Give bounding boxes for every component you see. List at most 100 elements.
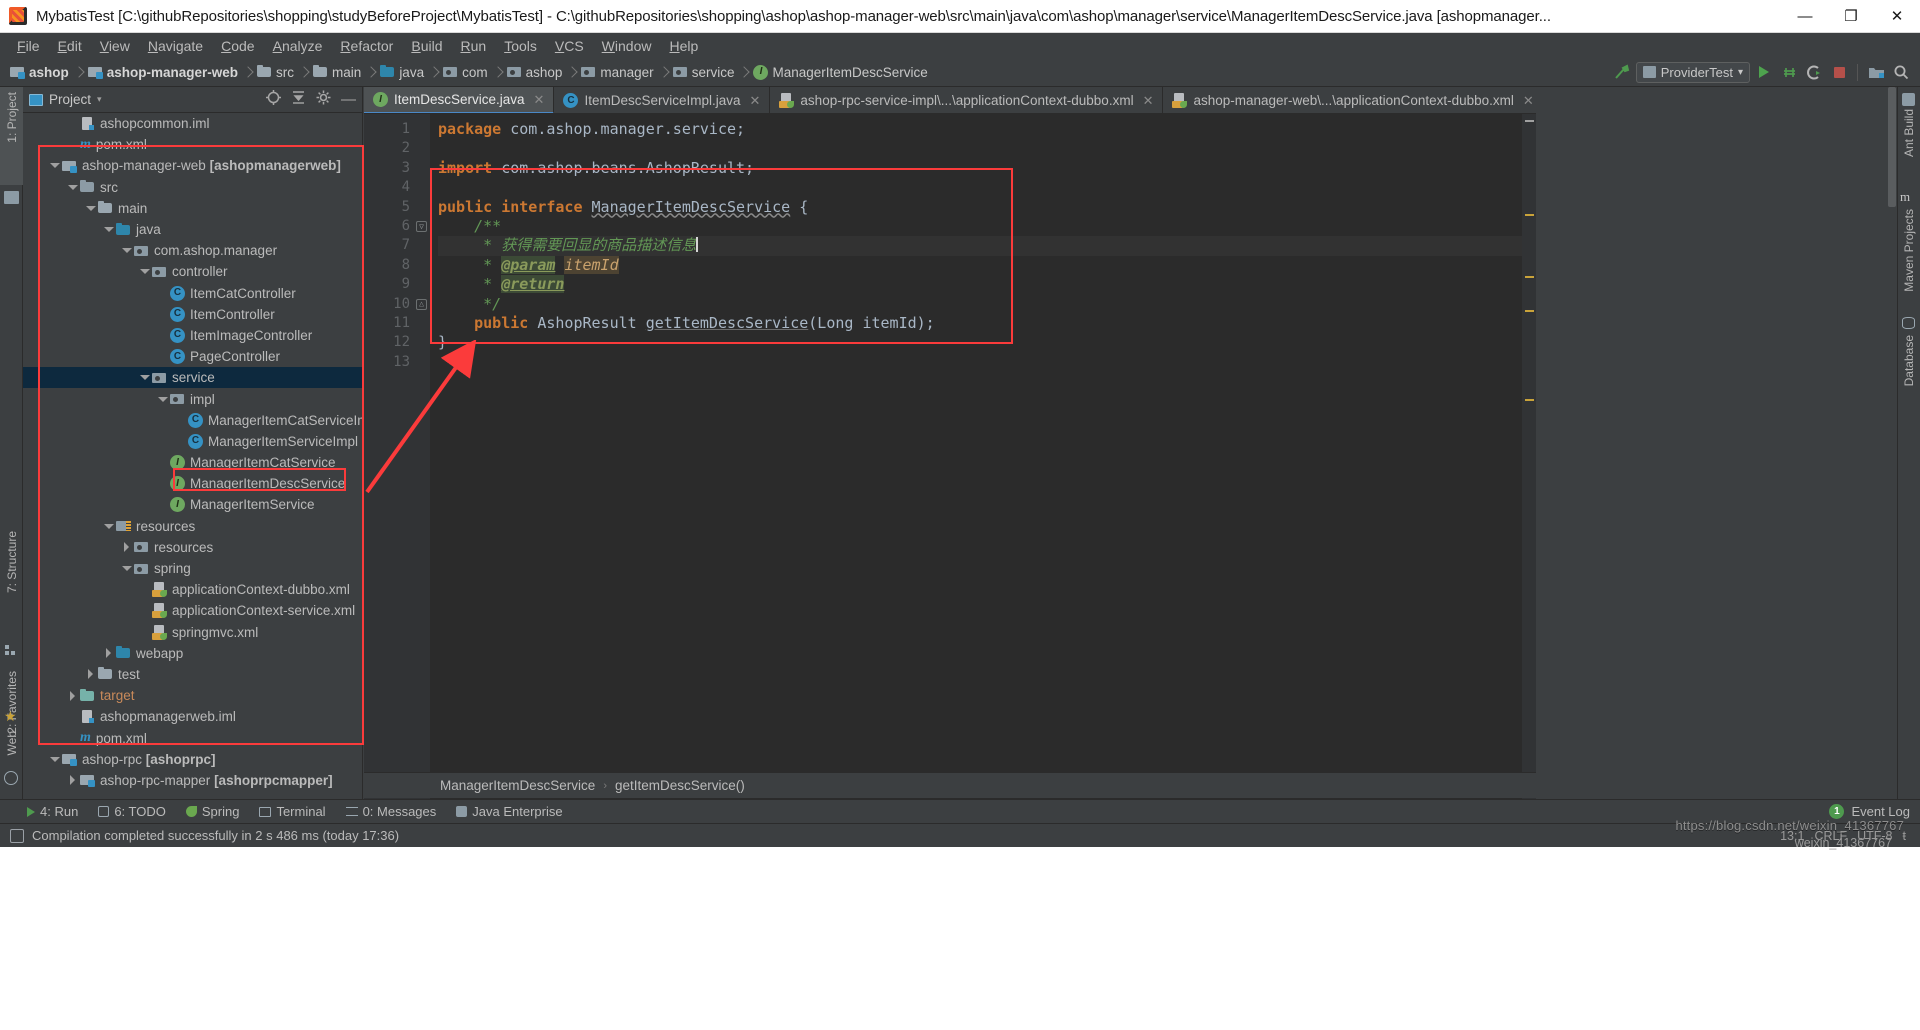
tree-node-ashop-manager-web[interactable]: ashop-manager-web [ashopmanagerweb] [23,155,362,176]
tree-node-webapp[interactable]: webapp [23,643,362,664]
breadcrumb-item-com[interactable]: com [441,65,490,80]
tool-button-run[interactable]: 4: Run [18,801,87,823]
tree-toggle-right-icon[interactable] [66,774,79,787]
maximize-button[interactable]: ❐ [1828,0,1874,33]
tree-node-manageritemservice[interactable]: I ManagerItemService [23,494,362,515]
tree-node-pagecontroller[interactable]: C PageController [23,346,362,367]
run-button[interactable] [1753,61,1775,83]
tree-toggle-down-icon[interactable] [156,393,169,406]
menu-item-view[interactable]: View [91,36,139,56]
code-content[interactable]: package com.ashop.manager.service; impor… [430,114,1536,799]
menu-item-run[interactable]: Run [451,36,495,56]
tree-node-applicationcontext-service.xml[interactable]: applicationContext-service.xml [23,600,362,621]
tree-toggle-down-icon[interactable] [66,181,79,194]
tree-toggle-right-icon[interactable] [102,647,115,660]
editor-scrollbar[interactable] [1888,87,1896,799]
status-toggle-icon[interactable] [10,828,24,843]
tree-node-ashop-rpc-mapper[interactable]: ashop-rpc-mapper [ashoprpcmapper] [23,770,362,791]
rail-item-database[interactable]: Database [1897,315,1920,415]
tree-node-applicationcontext-dubbo.xml[interactable]: applicationContext-dubbo.xml [23,579,362,600]
tree-toggle-right-icon[interactable] [66,689,79,702]
tree-node-src[interactable]: src [23,177,362,198]
editor-tab-ashop-rpc-service-impl-applicationcontext-dubbo-xml[interactable]: ashop-rpc-service-impl\...\applicationCo… [770,87,1164,113]
tree-node-pom.xml[interactable]: m pom.xml [23,134,362,155]
breadcrumb-item-manager[interactable]: manager [579,65,655,80]
open-folder-icon[interactable] [1865,61,1887,83]
breadcrumb-item-manageritemdescservice[interactable]: I ManagerItemDescService [751,64,929,80]
tree-node-service[interactable]: service [23,367,362,389]
tree-toggle-down-icon[interactable] [102,223,115,236]
event-log-label[interactable]: Event Log [1851,804,1910,819]
tree-toggle-down-icon[interactable] [138,265,151,278]
tree-node-springmvc.xml[interactable]: springmvc.xml [23,622,362,643]
close-tab-icon[interactable]: ✕ [1143,93,1154,109]
menu-item-window[interactable]: Window [593,36,661,56]
search-icon[interactable] [1890,61,1912,83]
tree-toggle-right-icon[interactable] [120,541,133,554]
tree-toggle-down-icon[interactable] [48,753,61,766]
close-tab-icon[interactable]: ✕ [534,92,545,108]
minimize-button[interactable]: — [1782,0,1828,33]
debug-icon[interactable] [1778,61,1800,83]
breadcrumb-method[interactable]: getItemDescService() [615,778,745,793]
menu-item-navigate[interactable]: Navigate [139,36,212,56]
breadcrumb-item-main[interactable]: main [311,65,363,80]
run-configuration-selector[interactable]: ProviderTest ▾ [1635,61,1750,83]
tree-toggle-down-icon[interactable] [120,244,133,257]
tool-button-terminal[interactable]: Terminal [250,801,334,823]
menu-item-help[interactable]: Help [660,36,707,56]
tree-node-manageritemcatservice[interactable]: I ManagerItemCatService [23,452,362,473]
close-tab-icon[interactable]: ✕ [750,93,761,109]
tree-toggle-down-icon[interactable] [120,562,133,575]
tree-node-target[interactable]: target [23,685,362,706]
tool-button-spring[interactable]: Spring [177,801,249,823]
menu-item-build[interactable]: Build [402,36,451,56]
tree-node-itemimagecontroller[interactable]: C ItemImageController [23,325,362,346]
tool-button-todo[interactable]: 6: TODO [89,801,175,823]
tree-node-resources[interactable]: resources [23,537,362,558]
menu-item-analyze[interactable]: Analyze [264,36,332,56]
tree-node-spring[interactable]: spring [23,558,362,579]
code-fold-icon[interactable]: △ [416,298,427,310]
editor-tab-ashop-manager-web-applicationcontext-dubbo-xml[interactable]: ashop-manager-web\...\applicationContext… [1163,87,1536,113]
breadcrumb-item-ashop[interactable]: ashop [505,65,565,80]
tree-node-itemcontroller[interactable]: C ItemController [23,304,362,325]
tree-node-resources[interactable]: resources [23,516,362,537]
breadcrumb-item-ashop-manager-web[interactable]: ashop-manager-web [86,65,240,80]
settings-gear-icon[interactable] [316,90,331,110]
rail-item-web[interactable]: Web [0,727,23,777]
tool-button-java-enterprise[interactable]: Java Enterprise [447,801,571,823]
tree-node-main[interactable]: main [23,198,362,219]
breadcrumb-item-java[interactable]: java [378,65,426,80]
breadcrumb-item-service[interactable]: service [671,65,737,80]
stop-icon[interactable] [1828,61,1850,83]
tree-node-ashop-rpc[interactable]: ashop-rpc [ashoprpc] [23,749,362,770]
tree-toggle-down-icon[interactable] [138,371,151,384]
tool-button-messages[interactable]: 0: Messages [337,801,446,823]
tree-node-pom.xml[interactable]: m pom.xml [23,727,362,748]
menu-item-refactor[interactable]: Refactor [331,36,402,56]
rail-item-structure[interactable]: 7: Structure [0,527,23,637]
tree-node-manageritemcatserviceimpl[interactable]: C ManagerItemCatServiceImpl [23,410,362,431]
breadcrumb-item-src[interactable]: src [255,65,296,80]
rail-item-ant-build[interactable]: Ant Build [1897,91,1920,179]
chevron-down-icon[interactable]: ▾ [97,94,102,105]
close-tab-icon[interactable]: ✕ [1523,93,1534,109]
tree-node-manageritemdescservice[interactable]: I ManagerItemDescService [23,473,362,494]
build-hammer-icon[interactable] [1611,61,1633,83]
rail-item-project[interactable]: 1: Project [0,87,23,185]
tree-node-controller[interactable]: controller [23,261,362,282]
tree-node-ashopcommon.iml[interactable]: ashopcommon.iml [23,113,362,134]
menu-item-vcs[interactable]: VCS [546,36,593,56]
tree-node-itemcatcontroller[interactable]: C ItemCatController [23,283,362,304]
breadcrumb-class[interactable]: ManagerItemDescService [440,778,595,793]
editor-tab-itemdescservice-java[interactable]: I ItemDescService.java ✕ [364,87,555,113]
project-tree[interactable]: ashopcommon.iml m pom.xml ashop-manager-web… [23,113,362,799]
menu-item-file[interactable]: File [8,36,49,56]
error-marker-strip[interactable] [1522,114,1536,799]
tree-node-manageritemserviceimpl[interactable]: C ManagerItemServiceImpl [23,431,362,452]
editor-tab-itemdescserviceimpl-java[interactable]: C ItemDescServiceImpl.java ✕ [554,87,771,113]
collapse-all-icon[interactable] [291,90,306,110]
code-editor[interactable]: 1 2 3 4 5 6 ▽ 7 8 9 10 △ 11 12 13 package com.ashop.ma… [364,114,1536,799]
tree-node-java[interactable]: java [23,219,362,240]
